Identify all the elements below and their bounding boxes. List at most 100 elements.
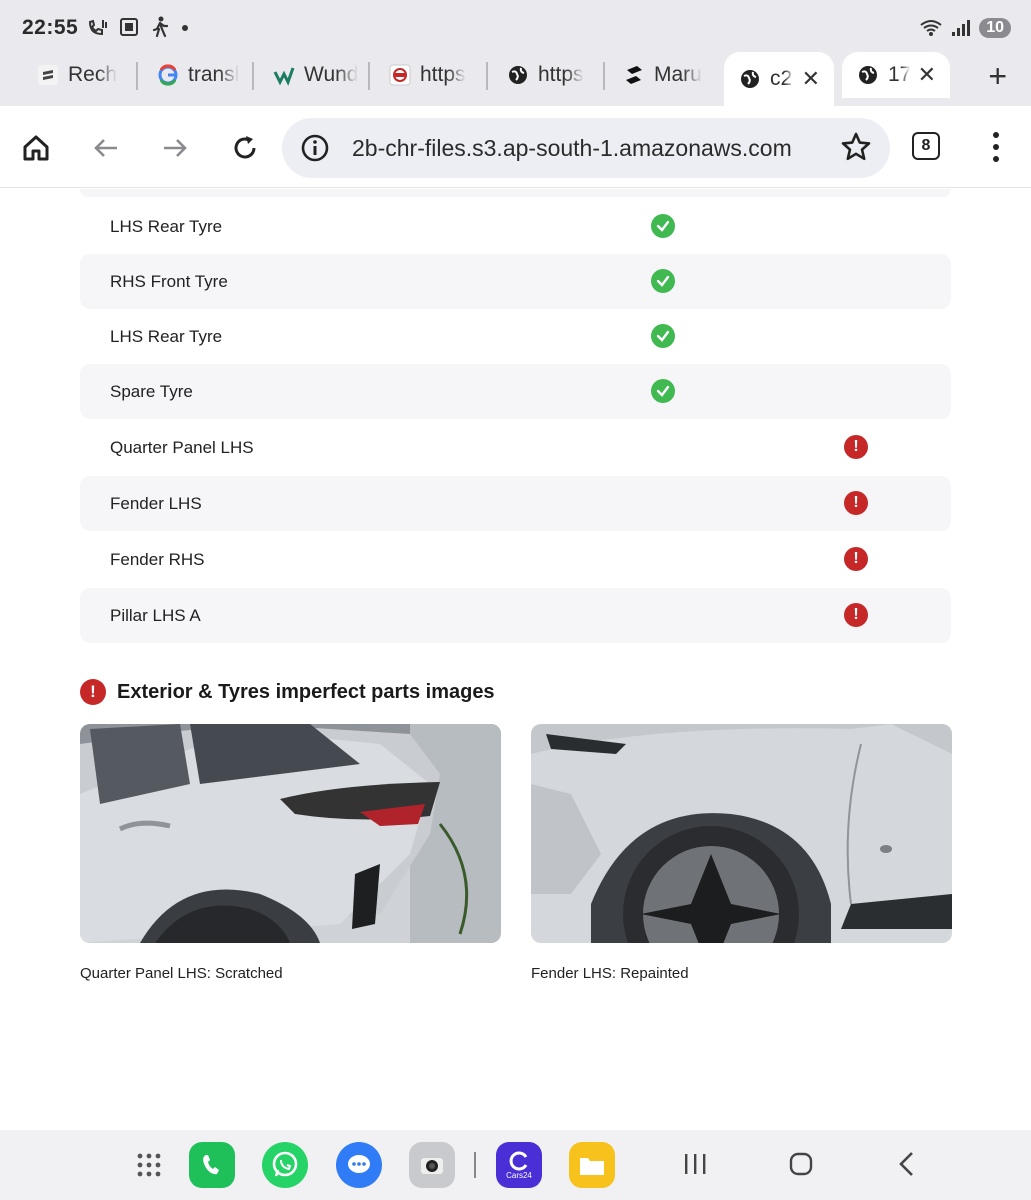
tab-https-2[interactable]: https xyxy=(506,52,594,98)
alert-icon: ! xyxy=(844,603,868,627)
section-title: Exterior & Tyres imperfect parts images xyxy=(117,680,495,703)
tab-wunderground[interactable]: Wund xyxy=(272,52,360,98)
tab-title: Maru xyxy=(654,63,702,86)
tab-translate[interactable]: transl xyxy=(156,52,242,98)
part-row: Pillar LHS A ! xyxy=(80,588,951,643)
tab-rech[interactable]: Rech xyxy=(36,52,128,98)
close-tab-icon[interactable]: ✕ xyxy=(918,62,936,88)
tab-separator xyxy=(603,62,605,90)
status-bar: 22:55 10 xyxy=(0,0,1031,52)
part-label: Pillar LHS A xyxy=(110,606,201,625)
tab-switcher-button[interactable]: 8 xyxy=(912,132,940,160)
forward-arrow-icon[interactable] xyxy=(155,128,195,168)
tab-title: https xyxy=(420,63,466,86)
dock-divider xyxy=(474,1152,476,1178)
tab-title: 177 xyxy=(888,63,910,86)
part-row: Spare Tyre xyxy=(80,364,951,419)
part-label: RHS Front Tyre xyxy=(110,272,228,291)
camera-icon[interactable] xyxy=(409,1142,455,1188)
part-row: RHS Front Tyre xyxy=(80,254,951,309)
quarter-panel-photo[interactable] xyxy=(80,724,501,943)
wifi-icon xyxy=(920,20,942,36)
page-content: LHS Rear Tyre RHS Front Tyre LHS Rear Ty… xyxy=(0,189,1031,1129)
check-icon xyxy=(651,324,675,348)
part-label: Quarter Panel LHS xyxy=(110,438,254,457)
battery-badge: 10 xyxy=(979,18,1011,38)
tab-title: Wund xyxy=(304,63,359,86)
overflow-menu-icon[interactable] xyxy=(983,132,1009,162)
photo-caption: Fender LHS: Repainted xyxy=(531,965,689,982)
reload-icon[interactable] xyxy=(225,128,265,168)
messages-icon[interactable] xyxy=(336,1142,382,1188)
bottom-dock: Cars24 xyxy=(0,1130,1031,1200)
alert-icon: ! xyxy=(844,547,868,571)
photo-caption: Quarter Panel LHS: Scratched xyxy=(80,965,283,982)
wifi-call-icon xyxy=(88,19,107,36)
check-icon xyxy=(651,269,675,293)
apps-grid-icon[interactable] xyxy=(126,1142,172,1188)
alert-icon: ! xyxy=(80,679,106,705)
tab-separator xyxy=(136,62,138,90)
tab-title: transl xyxy=(188,63,240,86)
favicon-google-icon xyxy=(156,63,180,87)
address-bar[interactable]: 2b-chr-files.s3.ap-south-1.amazonaws.com xyxy=(282,118,890,178)
site-info-icon[interactable] xyxy=(298,131,332,165)
whatsapp-icon[interactable] xyxy=(262,1142,308,1188)
tab-separator xyxy=(368,62,370,90)
part-row: LHS Rear Tyre xyxy=(80,199,951,254)
favicon-wunderground-icon xyxy=(272,63,296,87)
part-row: Fender RHS ! xyxy=(80,532,951,587)
url-text[interactable]: 2b-chr-files.s3.ap-south-1.amazonaws.com xyxy=(352,135,812,162)
new-tab-icon[interactable]: + xyxy=(988,58,1007,95)
alert-icon: ! xyxy=(844,435,868,459)
status-time: 22:55 xyxy=(22,16,79,39)
signal-icon xyxy=(952,20,971,36)
back-nav-icon[interactable] xyxy=(895,1150,919,1183)
alert-icon: ! xyxy=(844,491,868,515)
recent-apps-icon[interactable] xyxy=(682,1150,708,1183)
part-label: Spare Tyre xyxy=(110,382,193,401)
files-icon[interactable] xyxy=(569,1142,615,1188)
part-row: Fender LHS ! xyxy=(80,476,951,531)
fender-photo[interactable] xyxy=(531,724,952,943)
part-label: LHS Rear Tyre xyxy=(110,217,223,236)
part-row: Quarter Panel LHS ! xyxy=(80,420,951,475)
favicon-s-icon xyxy=(36,63,60,87)
screen-record-icon xyxy=(120,18,138,36)
tab-177[interactable]: 177 ✕ xyxy=(842,52,950,98)
tab-maruti[interactable]: Maru xyxy=(622,52,712,98)
tab-strip: Rech transl Wund https https Maru c2 ✕ 1… xyxy=(0,52,1031,106)
check-icon xyxy=(651,379,675,403)
walk-icon xyxy=(152,16,169,38)
part-row: LHS Rear Tyre xyxy=(80,309,951,364)
part-label: Fender LHS xyxy=(110,494,202,513)
browser-toolbar: 2b-chr-files.s3.ap-south-1.amazonaws.com xyxy=(0,106,1031,188)
tab-separator xyxy=(486,62,488,90)
row-fragment xyxy=(80,189,951,197)
tab-c2-active[interactable]: c2 ✕ xyxy=(724,52,834,106)
tab-title: c2 xyxy=(770,67,793,90)
phone-icon[interactable] xyxy=(189,1142,235,1188)
home-nav-icon[interactable] xyxy=(787,1150,815,1183)
status-right: 10 xyxy=(919,18,1011,38)
tab-title: https xyxy=(538,63,584,86)
favicon-globe-icon xyxy=(506,63,530,87)
section-header: ! Exterior & Tyres imperfect parts image… xyxy=(80,679,495,705)
home-icon[interactable] xyxy=(16,128,56,168)
bookmark-star-icon[interactable] xyxy=(840,131,872,168)
dot-icon xyxy=(182,25,188,31)
favicon-globe-icon xyxy=(856,63,880,87)
tab-https-1[interactable]: https xyxy=(388,52,476,98)
favicon-globe-icon xyxy=(738,67,762,91)
cars24-icon[interactable]: Cars24 xyxy=(496,1142,542,1188)
favicon-suzuki-icon xyxy=(622,63,646,87)
cars24-label: Cars24 xyxy=(506,1170,532,1180)
part-label: LHS Rear Tyre xyxy=(110,327,223,346)
check-icon xyxy=(651,214,675,238)
close-tab-icon[interactable]: ✕ xyxy=(802,66,820,92)
back-arrow-icon[interactable] xyxy=(86,128,126,168)
part-label: Fender RHS xyxy=(110,550,205,569)
tab-separator xyxy=(252,62,254,90)
tab-title: Rech xyxy=(68,63,118,86)
favicon-site-icon xyxy=(388,63,412,87)
